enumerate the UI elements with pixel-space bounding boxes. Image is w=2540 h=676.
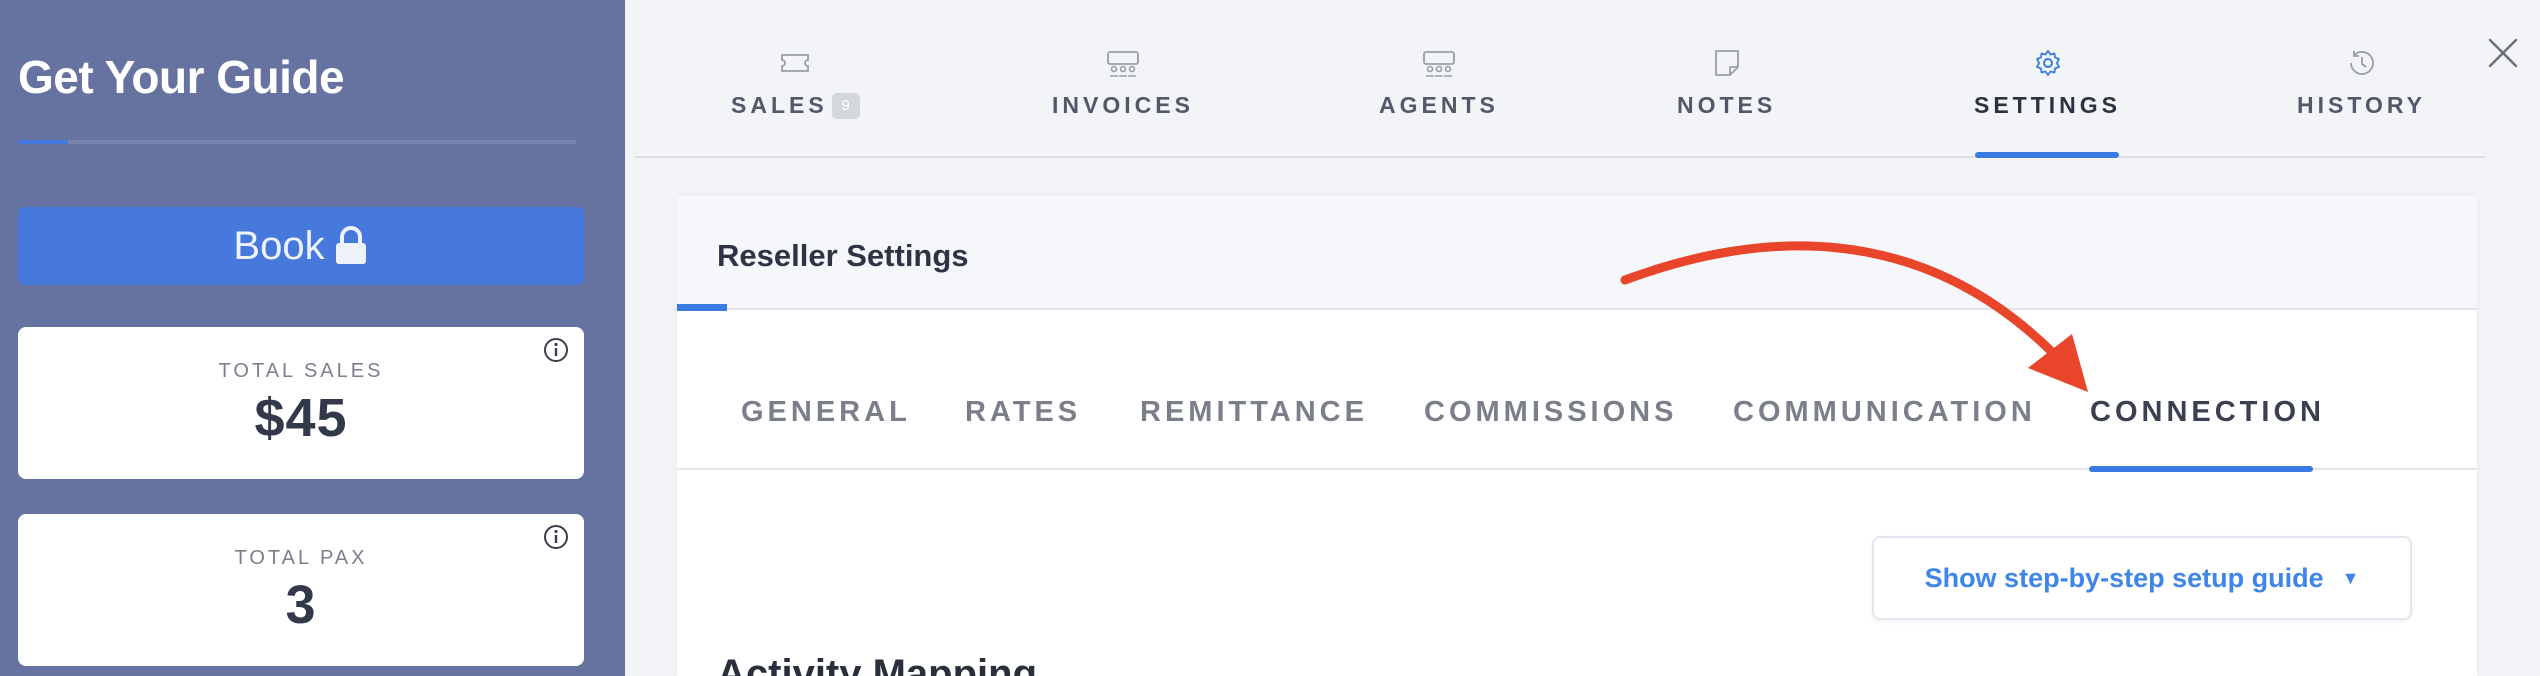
- section-title: Activity Mapping: [717, 652, 1038, 676]
- subtab-rates[interactable]: RATES: [965, 396, 1081, 429]
- group-icon: [1422, 48, 1456, 78]
- tab-invoices[interactable]: INVOICES: [1052, 48, 1194, 119]
- subtab-communication[interactable]: COMMUNICATION: [1733, 396, 2036, 429]
- note-icon: [1710, 48, 1744, 78]
- tab-notes-label: NOTES: [1677, 92, 1777, 118]
- close-icon[interactable]: [2486, 36, 2520, 70]
- top-tab-bar: SALES 9 INVOICES AGENTS NOTES SETTINGS H…: [635, 0, 2485, 158]
- progress-bar: [18, 140, 69, 144]
- tab-settings[interactable]: SETTINGS: [1974, 48, 2121, 119]
- tab-sales-label: SALES: [731, 92, 828, 118]
- brand-title: Get Your Guide: [18, 51, 345, 103]
- total-pax-value: 3: [285, 575, 317, 635]
- ticket-icon: [778, 48, 812, 78]
- subtab-general[interactable]: GENERAL: [741, 396, 911, 429]
- tab-history[interactable]: HISTORY: [2297, 48, 2426, 119]
- history-icon: [2344, 48, 2378, 78]
- panel-title: Reseller Settings: [717, 238, 969, 273]
- setup-guide-label: Show step-by-step setup guide: [1924, 562, 2324, 593]
- caret-down-icon: ▼: [2341, 567, 2360, 588]
- subtab-connection[interactable]: CONNECTION: [2090, 396, 2325, 429]
- tab-history-label: HISTORY: [2297, 92, 2426, 118]
- tab-agents[interactable]: AGENTS: [1379, 48, 1499, 119]
- tab-invoices-label: INVOICES: [1052, 92, 1194, 118]
- total-sales-card: TOTAL SALES $45: [18, 327, 584, 479]
- progress-track: [18, 140, 576, 144]
- lock-icon: [333, 226, 369, 266]
- panel-header: Reseller Settings: [677, 196, 2477, 310]
- subtab-commissions[interactable]: COMMISSIONS: [1424, 396, 1677, 429]
- tab-settings-label: SETTINGS: [1974, 92, 2122, 118]
- settings-sub-tabs: GENERAL RATES REMITTANCE COMMISSIONS COM…: [677, 310, 2477, 472]
- group-icon: [1106, 48, 1140, 78]
- sales-count-badge: 9: [831, 93, 860, 119]
- gear-icon: [2031, 48, 2065, 78]
- main-area: SALES 9 INVOICES AGENTS NOTES SETTINGS H…: [625, 0, 2540, 676]
- total-pax-label: TOTAL PAX: [234, 547, 368, 569]
- tab-agents-label: AGENTS: [1379, 92, 1499, 118]
- setup-guide-button[interactable]: Show step-by-step setup guide ▼: [1872, 536, 2412, 620]
- book-button-label: Book: [233, 223, 325, 268]
- book-button[interactable]: Book: [18, 207, 584, 285]
- total-pax-card: TOTAL PAX 3: [18, 514, 584, 666]
- active-tab-indicator: [1975, 152, 2119, 158]
- subtab-remittance[interactable]: REMITTANCE: [1140, 396, 1368, 429]
- total-sales-label: TOTAL SALES: [218, 360, 384, 382]
- active-subtab-indicator: [2089, 466, 2313, 472]
- sidebar: Get Your Guide Book TOTAL SALES $45 TOTA…: [0, 0, 625, 676]
- total-sales-value: $45: [254, 388, 348, 448]
- tab-sales[interactable]: SALES 9: [731, 48, 860, 119]
- reseller-settings-panel: Reseller Settings GENERAL RATES REMITTAN…: [677, 196, 2477, 676]
- tab-notes[interactable]: NOTES: [1677, 48, 1776, 119]
